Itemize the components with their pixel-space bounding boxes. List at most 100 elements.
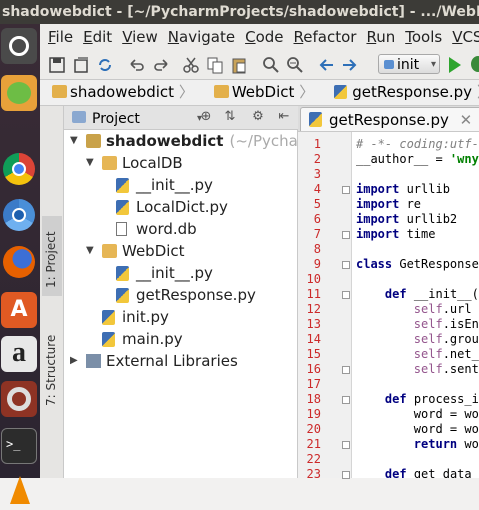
system-settings-icon[interactable] — [1, 381, 37, 417]
menu-item-run[interactable]: Run — [361, 24, 400, 50]
tree-item-name: WebDict — [122, 242, 185, 260]
tree-item-name: getResponse.py — [136, 286, 256, 304]
line-number: 2 — [313, 152, 321, 166]
fold-marker-icon[interactable] — [342, 291, 350, 299]
tree-item[interactable]: __init__.py — [104, 174, 297, 196]
code-line: def get data f — [384, 467, 479, 478]
redo-icon[interactable] — [152, 56, 170, 74]
line-number: 22 — [306, 452, 321, 466]
tree-item[interactable]: ▼ shadowebdict (~/PycharmPro — [70, 130, 297, 152]
menu-item-navigate[interactable]: Navigate — [163, 24, 240, 50]
copy-icon[interactable] — [206, 56, 224, 74]
folder-icon — [102, 244, 117, 258]
sync-icon[interactable] — [96, 56, 114, 74]
line-number: 8 — [313, 242, 321, 256]
project-view-select[interactable]: Project — [70, 108, 202, 130]
amazon-icon[interactable]: a — [1, 336, 37, 372]
gear-icon[interactable]: ⚙ — [250, 109, 266, 125]
tree-item-name: External Libraries — [106, 352, 238, 370]
locate-target-icon[interactable]: ⊕ — [198, 109, 214, 125]
tab-project[interactable]: 1: Project — [42, 216, 62, 296]
tree-item[interactable]: LocalDict.py — [104, 196, 297, 218]
fold-marker-icon[interactable] — [342, 441, 350, 449]
tree-item[interactable]: ▼ LocalDB — [86, 152, 297, 174]
firefox-icon[interactable] — [1, 244, 37, 280]
vlc-icon[interactable] — [1, 474, 37, 510]
menu-item-edit[interactable]: Edit — [78, 24, 117, 50]
ubuntu-dash-icon[interactable] — [1, 28, 37, 64]
run-configuration-select[interactable]: init — [378, 54, 440, 75]
menu-item-tools[interactable]: Tools — [400, 24, 447, 50]
project-view-label: Project — [92, 111, 140, 127]
tree-item[interactable]: word.db — [104, 218, 297, 240]
fold-marker-icon[interactable] — [342, 186, 350, 194]
launcher: A a >_ — [0, 24, 40, 504]
python-file-icon — [334, 85, 348, 99]
tree-item[interactable]: main.py — [86, 328, 297, 350]
chromium-icon[interactable] — [1, 197, 37, 233]
line-number: 4 — [313, 182, 321, 196]
cut-icon[interactable] — [182, 56, 200, 74]
find-icon[interactable] — [262, 56, 280, 74]
chevron-down-icon[interactable]: ▼ — [70, 130, 82, 152]
collapse-all-icon[interactable]: ⇅ — [222, 109, 238, 125]
line-number: 13 — [306, 317, 321, 331]
tree-item-name: __init__.py — [136, 176, 213, 194]
project-panel-header: Project ⊕ ⇅ ⚙ ⇤ — [64, 106, 298, 130]
fold-marker-icon[interactable] — [342, 261, 350, 269]
tree-item[interactable]: ▼ WebDict — [86, 240, 297, 262]
terminal-icon[interactable]: >_ — [1, 428, 37, 464]
breadcrumb-project[interactable]: shadowebdict 〉 — [40, 80, 202, 104]
save-all-icon[interactable] — [72, 56, 90, 74]
line-number: 14 — [306, 332, 321, 346]
editor-tab-bar: getResponse.py ✕ — [298, 106, 479, 132]
menu-bar: File Edit View Navigate Code Refactor Run Tools… — [40, 24, 479, 50]
tab-getresponse[interactable]: getResponse.py ✕ — [300, 107, 479, 131]
breadcrumb-file[interactable]: getResponse.py 〉 — [324, 80, 479, 104]
toolbar: init — [40, 50, 479, 80]
chevron-down-icon[interactable]: ▼ — [86, 152, 98, 174]
menu-item-vcs[interactable]: VCS — [447, 24, 479, 50]
tree-item[interactable]: __init__.py — [104, 262, 297, 284]
software-center-icon[interactable]: A — [1, 292, 37, 328]
code-editor[interactable]: # -*- coding:utf-8__author__ = 'wnyc impo… — [352, 132, 479, 478]
debug-icon[interactable] — [471, 56, 479, 72]
tree-item[interactable]: getResponse.py — [104, 284, 297, 306]
replace-icon[interactable] — [286, 56, 304, 74]
tree-item-name: word.db — [136, 220, 197, 238]
tree-item[interactable]: ▶ External Libraries — [70, 350, 297, 372]
breadcrumb-folder[interactable]: WebDict 〉 — [204, 80, 322, 104]
breadcrumb: shadowebdict 〉WebDict 〉getResponse.py 〉 — [40, 80, 479, 106]
menu-item-refactor[interactable]: Refactor — [289, 24, 362, 50]
fold-marker-icon[interactable] — [342, 366, 350, 374]
close-icon[interactable]: ✕ — [460, 111, 473, 129]
files-app-icon[interactable] — [1, 75, 37, 111]
chevron-down-icon[interactable]: ▼ — [86, 240, 98, 262]
menu-item-view[interactable]: View — [117, 24, 163, 50]
hide-panel-icon[interactable]: ⇤ — [276, 109, 292, 125]
forward-arrow-icon[interactable] — [340, 56, 358, 74]
tree-item[interactable]: init.py — [86, 306, 297, 328]
run-icon[interactable] — [449, 57, 461, 73]
fold-marker-icon[interactable] — [342, 231, 350, 239]
tree-item-label: WebDict — [122, 240, 185, 262]
folder-icon — [102, 156, 117, 170]
undo-icon[interactable] — [128, 56, 146, 74]
tree-item-name: LocalDB — [122, 154, 183, 172]
breadcrumb-label: shadowebdict — [70, 83, 175, 101]
back-arrow-icon[interactable] — [318, 56, 336, 74]
code-line: self.group — [413, 332, 479, 346]
save-icon[interactable] — [48, 56, 66, 74]
line-number: 3 — [313, 167, 321, 181]
python-file-icon — [116, 266, 129, 281]
menu-item-file[interactable]: File — [40, 24, 78, 50]
menu-item-code[interactable]: Code — [240, 24, 288, 50]
line-number: 17 — [306, 377, 321, 391]
tab-structure[interactable]: 7: Structure — [42, 326, 62, 406]
chevron-right-icon[interactable]: ▶ — [70, 350, 82, 372]
paste-icon[interactable] — [230, 56, 248, 74]
chrome-icon[interactable] — [1, 151, 37, 187]
tree-item-label: word.db — [136, 218, 197, 240]
fold-marker-icon[interactable] — [342, 396, 350, 404]
line-number: 5 — [313, 197, 321, 211]
